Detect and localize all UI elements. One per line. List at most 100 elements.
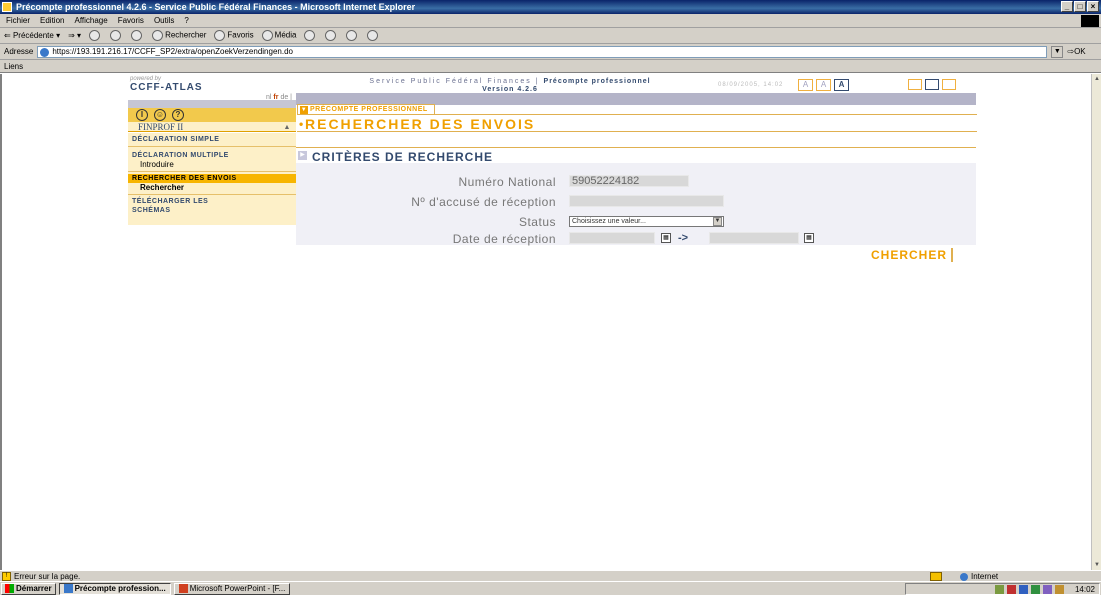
- nav-divider: [128, 146, 296, 147]
- go-button[interactable]: ⇨OK: [1067, 47, 1085, 56]
- tray-icon[interactable]: [1018, 584, 1028, 594]
- warning-icon[interactable]: !: [2, 572, 11, 581]
- tray-icon[interactable]: [1030, 584, 1040, 594]
- app-version: Version 4.2.6: [482, 86, 538, 93]
- globe-icon: [960, 572, 968, 581]
- expand-arrow-icon: ▶: [298, 151, 307, 160]
- mail-icon[interactable]: [325, 30, 337, 41]
- tray-icon[interactable]: [1042, 584, 1052, 594]
- date-range-arrow: ->: [678, 232, 689, 244]
- search-icon: [152, 30, 164, 41]
- menu-edition[interactable]: Edition: [40, 16, 64, 25]
- info-icon[interactable]: I: [136, 109, 148, 121]
- sidebar-item-declaration-multiple[interactable]: DÉCLARATION MULTIPLE: [128, 151, 296, 160]
- font-small-button[interactable]: A: [798, 79, 813, 91]
- sidebar-subitem-rechercher[interactable]: Rechercher: [128, 183, 296, 192]
- tray-icon[interactable]: [994, 584, 1004, 594]
- nav-divider: [128, 171, 296, 172]
- user-icon[interactable]: ☺: [154, 109, 166, 121]
- help-icon[interactable]: ?: [172, 109, 184, 121]
- menu-outils[interactable]: Outils: [154, 16, 174, 25]
- criteria-header: ▶ CRITÈRES DE RECHERCHE: [296, 147, 976, 164]
- search-criteria-panel: ▶ CRITÈRES DE RECHERCHE Numéro National …: [296, 147, 976, 246]
- media-icon: [261, 30, 273, 41]
- row-national-number: Numéro National 59052224182: [296, 173, 976, 189]
- tray-icon[interactable]: [1006, 584, 1016, 594]
- forward-button[interactable]: ⇒ ▾: [68, 31, 81, 40]
- window-title: Précompte professionnel 4.2.6 - Service …: [16, 2, 416, 12]
- header-datetime: 08/09/2005, 14:02: [718, 82, 784, 88]
- vertical-scrollbar[interactable]: ▲ ▼: [1091, 74, 1101, 570]
- powerpoint-icon: [178, 584, 188, 593]
- address-dropdown-button[interactable]: ▼: [1051, 45, 1064, 58]
- row-reception-date: Date de réception ▦ -> ▦: [296, 230, 976, 246]
- sidebar-subitem-introduire[interactable]: Introduire: [128, 160, 296, 169]
- sidebar-item-rechercher-envois[interactable]: RECHERCHER DES ENVOIS: [128, 174, 296, 183]
- taskbar: Démarrer Précompte profession... Microso…: [0, 581, 1101, 595]
- layout-wide-icon[interactable]: [942, 79, 956, 90]
- collapse-icon[interactable]: ▲: [282, 123, 292, 131]
- layout-narrow-icon[interactable]: [908, 79, 922, 90]
- sidebar-item-declaration-simple[interactable]: DÉCLARATION SIMPLE: [128, 135, 296, 144]
- scroll-up-icon[interactable]: ▲: [1092, 74, 1101, 84]
- system-tray: 14:02: [905, 583, 1100, 595]
- status-label: Status: [518, 215, 556, 229]
- title-bullet-icon: •: [299, 117, 306, 131]
- favorites-button[interactable]: Favoris: [214, 30, 254, 41]
- favorites-icon: [214, 30, 226, 41]
- menu-fichier[interactable]: Fichier: [6, 16, 30, 25]
- windows-flag-icon: [5, 584, 14, 593]
- search-button[interactable]: Rechercher: [152, 30, 206, 41]
- dropdown-arrow-icon[interactable]: ▼: [713, 217, 722, 226]
- calendar-icon[interactable]: ▦: [661, 233, 671, 243]
- menu-favoris[interactable]: Favoris: [118, 16, 144, 25]
- window-titlebar: Précompte professionnel 4.2.6 - Service …: [0, 0, 1101, 14]
- browser-toolbar: ⇐ Précédente ▾ ⇒ ▾ Rechercher Favoris Mé…: [0, 28, 1101, 44]
- chevron-down-icon: ▼: [300, 106, 308, 114]
- media-button[interactable]: Média: [261, 30, 296, 41]
- criteria-title: CRITÈRES DE RECHERCHE: [312, 150, 494, 164]
- history-icon[interactable]: [304, 30, 316, 41]
- back-button[interactable]: ⇐ Précédente ▾: [4, 31, 60, 40]
- sidebar-item-telecharger-schemas[interactable]: TÉLÉCHARGER LES SCHÉMAS: [128, 197, 238, 215]
- refresh-icon[interactable]: [110, 30, 122, 41]
- menu-help[interactable]: ?: [184, 16, 188, 25]
- lock-icon: [930, 572, 942, 581]
- clock[interactable]: 14:02: [1075, 585, 1095, 594]
- window-controls: _ □ ×: [1061, 1, 1099, 12]
- date-from-input[interactable]: [569, 232, 655, 244]
- row-receipt-number: Nº d'accusé de réception: [296, 193, 976, 209]
- menu-bar: Fichier Edition Affichage Favoris Outils…: [0, 14, 1101, 28]
- home-icon[interactable]: [131, 30, 143, 41]
- windows-logo-icon: [1081, 15, 1099, 27]
- app-name: FINPROF II: [138, 121, 184, 132]
- taskbar-item-powerpoint[interactable]: Microsoft PowerPoint - [F...: [173, 582, 291, 595]
- receipt-number-label: Nº d'accusé de réception: [411, 195, 556, 209]
- national-number-input[interactable]: 59052224182: [569, 175, 689, 187]
- start-button[interactable]: Démarrer: [1, 582, 56, 595]
- receipt-number-input[interactable]: [569, 195, 724, 207]
- links-bar[interactable]: Liens: [0, 60, 1101, 73]
- nav-strip: [128, 100, 296, 108]
- status-select[interactable]: Choisissez une valeur... ▼: [569, 216, 724, 227]
- menu-affichage[interactable]: Affichage: [74, 16, 107, 25]
- font-medium-button[interactable]: A: [816, 79, 831, 91]
- tray-icon[interactable]: [1054, 584, 1064, 594]
- print-icon[interactable]: [346, 30, 358, 41]
- brand-area: powered by CCFF-ATLAS nl fr de |: [128, 74, 296, 102]
- close-button[interactable]: ×: [1087, 1, 1099, 12]
- calendar-icon[interactable]: ▦: [804, 233, 814, 243]
- taskbar-item-ie[interactable]: Précompte profession...: [58, 582, 171, 595]
- edit-icon[interactable]: [367, 30, 379, 41]
- stop-icon[interactable]: [89, 30, 101, 41]
- date-to-input[interactable]: [709, 232, 799, 244]
- layout-medium-icon[interactable]: [925, 79, 939, 90]
- maximize-button[interactable]: □: [1074, 1, 1086, 12]
- minimize-button[interactable]: _: [1061, 1, 1073, 12]
- search-button[interactable]: CHERCHER: [871, 248, 954, 262]
- nav-app-header: FINPROF II ▲: [128, 122, 296, 132]
- url-input[interactable]: https://193.191.216.17/CCFF_SP2/extra/op…: [37, 45, 1048, 58]
- font-large-button[interactable]: A: [834, 79, 849, 91]
- ie-icon: [63, 584, 73, 593]
- scroll-down-icon[interactable]: ▼: [1092, 560, 1101, 570]
